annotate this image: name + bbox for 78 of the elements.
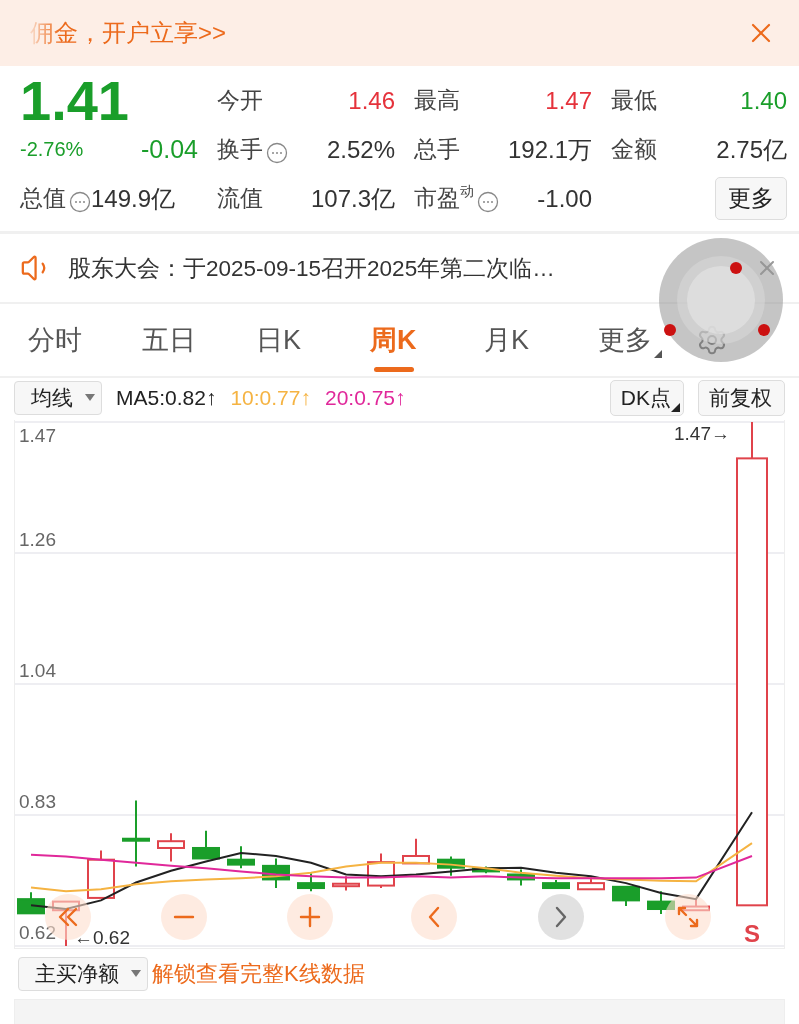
corner-triangle-icon [654,350,662,358]
field-value: 107.3亿 [310,183,395,214]
candlestick [297,872,325,893]
candlestick [367,852,395,890]
period-tab[interactable]: 月K [484,308,529,372]
price-scale-label: 1.47 [19,425,56,446]
previous-button[interactable] [411,894,457,940]
candlestick [542,879,570,890]
period-tab[interactable]: 分时 [28,308,82,372]
field-label: 换手 [217,135,263,164]
field-value: 2.75亿 [716,134,787,165]
moving-average-value: MA5:0.82↑ [116,386,217,410]
field-value: 1.40 [740,86,787,115]
sell-signal-label: S [744,920,760,947]
price-scale-label: 0.83 [19,791,56,812]
zoom-in-button[interactable] [287,894,333,940]
moving-average-value: 20:0.75↑ [324,386,406,410]
dropdown-caret-icon [85,394,95,402]
field-label: 市盈$^{动}$ [414,183,474,213]
expand-button[interactable] [665,894,711,940]
candlestick [647,890,675,915]
chevron-right-icon [555,906,567,928]
price-adjust-button[interactable]: 前复权 [698,380,785,416]
more-button[interactable]: 更多 [715,177,787,220]
minus-icon [173,915,195,919]
plus-icon [299,906,321,928]
change-percent: -2.76% [20,138,84,161]
candlestick [682,898,710,912]
period-tab[interactable]: 五日 [142,308,196,372]
dk-point-button[interactable]: DK点 [609,380,684,416]
field-label: 总手 [414,135,460,164]
info-icon[interactable] [266,142,288,164]
candlestick [262,857,290,890]
field-value: -1.00 [537,184,592,213]
candlestick [472,865,500,875]
floating-menu[interactable] [658,237,784,363]
candlestick [122,799,150,868]
field-label: 总值 [20,184,66,213]
field-value: 192.1万 [507,134,592,165]
candlestick [402,837,430,865]
price-scale-label: 0.62 [19,922,56,943]
moving-average-value: 10:0.77↑ [230,386,311,410]
candlestick [507,868,535,887]
current-price: 1.41 [20,72,129,129]
change-amount: -0.04 [141,135,198,164]
candlestick [157,832,185,863]
field-label: 最低 [611,86,657,115]
candlestick [612,885,640,907]
indicator-select[interactable]: 主买净额 [18,957,148,991]
field-value: 1.47 [545,86,592,115]
info-icon[interactable] [477,191,499,213]
dropdown-caret-icon [131,970,141,978]
candlestick [437,855,465,877]
field-value: 149.9亿 [91,183,176,214]
field-label: 金额 [611,135,657,164]
field-label: 最高 [414,86,460,115]
double-chevron-left-icon [58,907,78,927]
low-price-label: ←0.62 [74,927,130,948]
field-label: 流值 [217,184,263,213]
expand-icon [677,906,699,928]
period-tab[interactable]: 更多 [598,308,652,372]
indicator-select[interactable]: 均线 [14,381,102,415]
candlestick [17,891,45,915]
price-scale-label: 1.04 [19,660,56,681]
candlestick [332,875,360,892]
high-price-label: 1.47→ [674,423,730,444]
field-value: 2.52% [326,135,395,164]
field-label: 今开 [217,86,263,115]
chevron-left-icon [428,906,440,928]
notice-text[interactable]: 股东大会：于2025-09-15召开2025年第二次临… [68,252,555,284]
tab-underline [374,367,414,372]
candlestick [192,829,220,860]
field-value: 1.46 [348,86,395,115]
price-scale-label: 1.26 [19,529,56,550]
corner-triangle-icon [671,403,680,412]
info-icon[interactable] [69,191,91,213]
period-tab[interactable]: 日K [256,308,301,372]
candlestick [227,845,255,870]
